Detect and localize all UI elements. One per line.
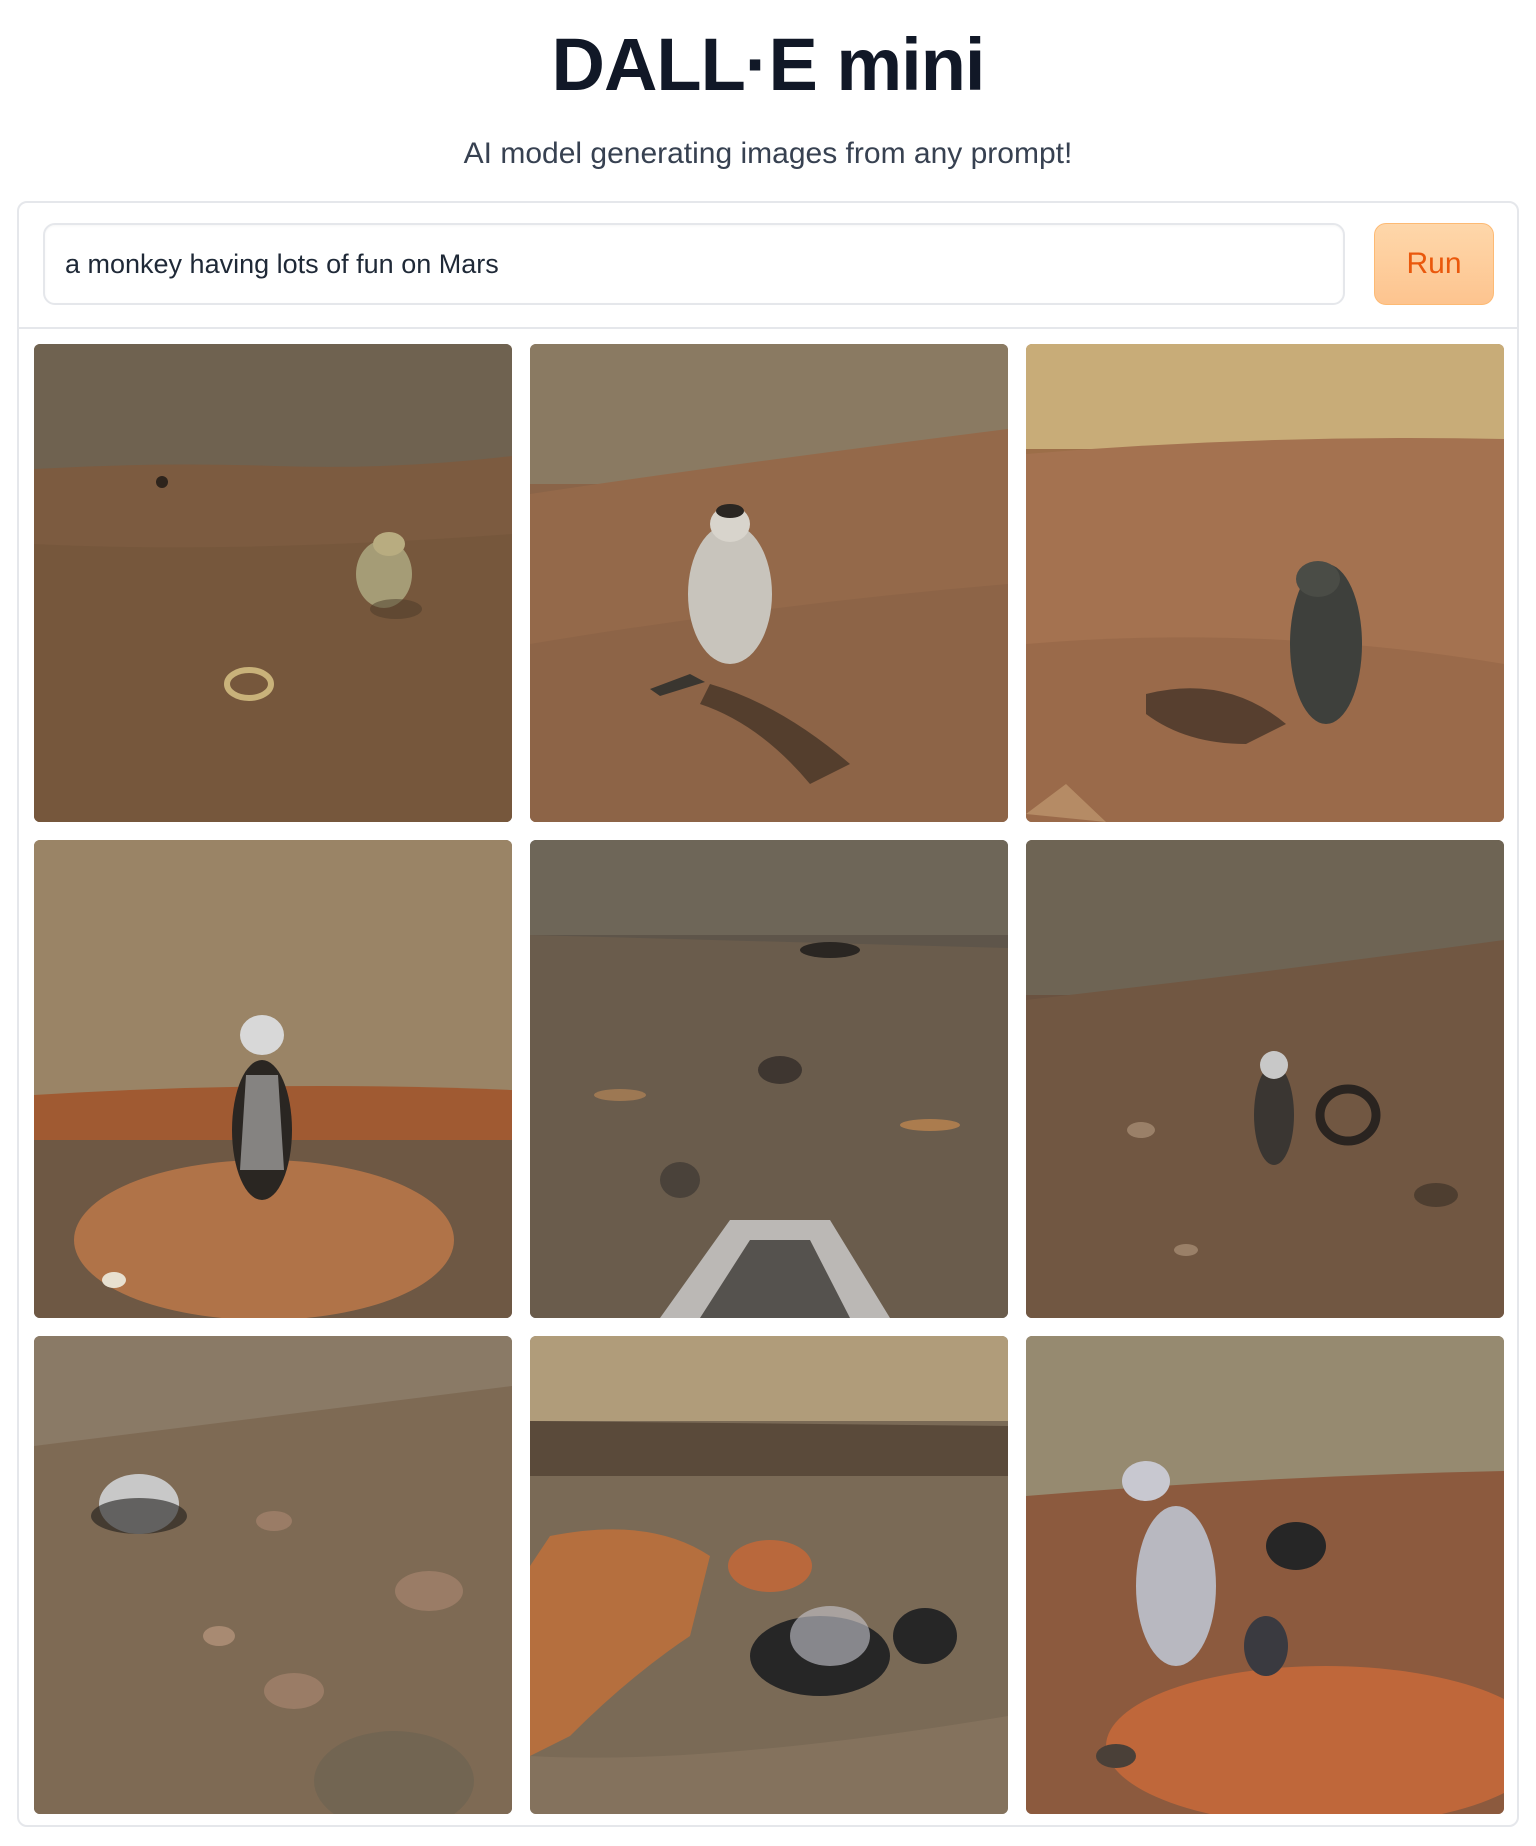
generated-image[interactable]	[34, 840, 512, 1318]
generated-image[interactable]	[34, 344, 512, 822]
image-gallery	[34, 344, 1504, 1814]
generated-image[interactable]	[530, 344, 1008, 822]
generated-image[interactable]	[1026, 1336, 1504, 1814]
header: DALL·E mini AI model generating images f…	[0, 0, 1536, 172]
run-button[interactable]: Run	[1374, 223, 1494, 305]
generated-image[interactable]	[530, 1336, 1008, 1814]
prompt-input[interactable]	[43, 223, 1345, 305]
prompt-row: Run	[19, 203, 1517, 329]
generated-image[interactable]	[530, 840, 1008, 1318]
generated-image[interactable]	[1026, 344, 1504, 822]
page-subtitle: AI model generating images from any prom…	[463, 137, 1073, 170]
page-title: DALL·E mini	[551, 23, 986, 106]
generated-image[interactable]	[1026, 840, 1504, 1318]
app-panel: Run	[17, 201, 1519, 1827]
generated-image[interactable]	[34, 1336, 512, 1814]
